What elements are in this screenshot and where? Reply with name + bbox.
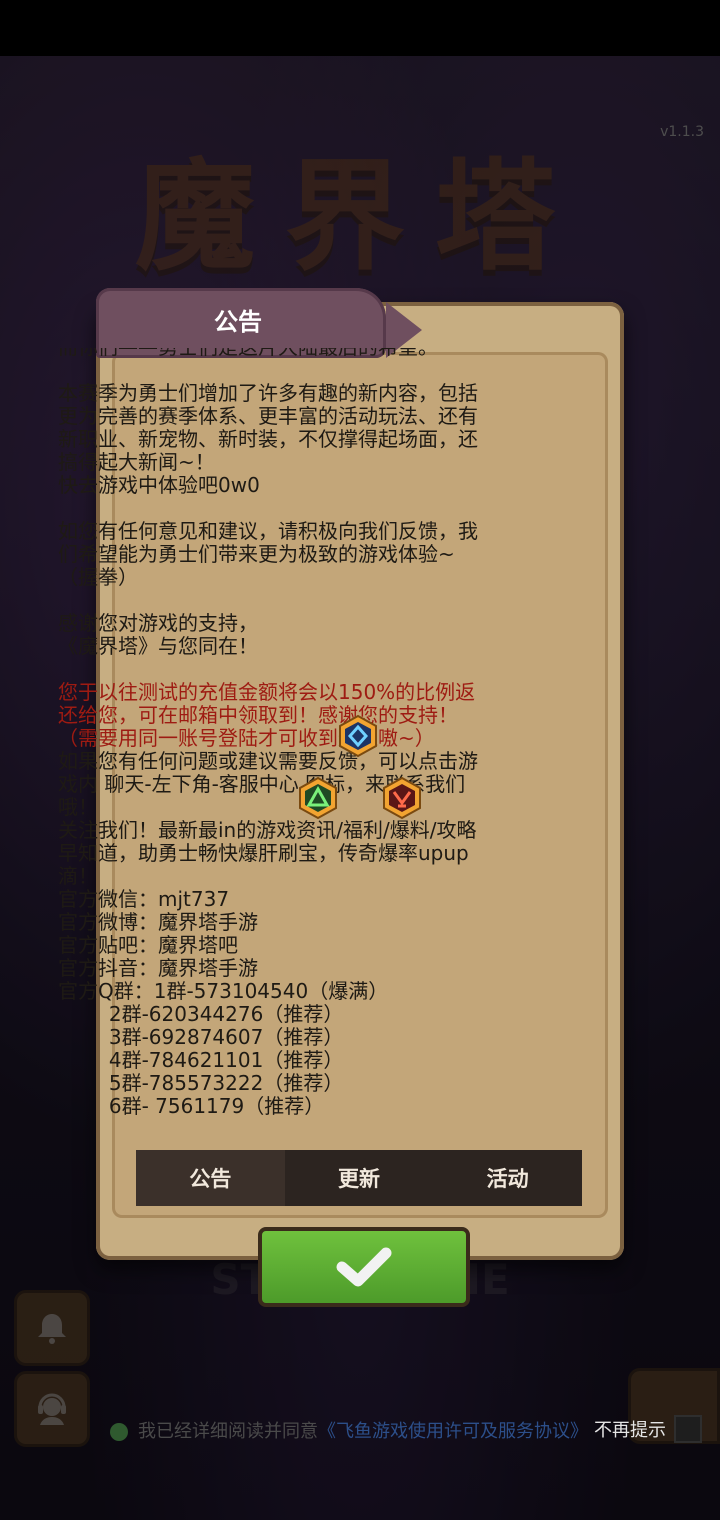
contact-line: 3群-692874607（推荐）: [58, 1025, 344, 1049]
hex-red-icon[interactable]: [380, 776, 424, 820]
agreement-check-icon[interactable]: [110, 1423, 128, 1441]
agreement-link[interactable]: 《飞鱼游戏使用许可及服务协议》: [318, 1421, 580, 1442]
no-remind-toggle[interactable]: 不再提示: [594, 1414, 702, 1444]
contact-line: 官方贴吧：魔界塔吧: [58, 933, 238, 957]
contact-line: 官方微信：mjt737: [58, 887, 230, 911]
tab-update[interactable]: 更新: [285, 1150, 434, 1206]
no-remind-checkbox[interactable]: [674, 1415, 702, 1443]
content-paragraph-3: 感谢您对游戏的支持， 《魔界塔》与您同在！: [58, 611, 258, 658]
announcement-content[interactable]: 而你们——勇士们是这片大陆最后的希望。 本赛季为勇士们增加了许多有趣的新内容，包…: [58, 348, 478, 1148]
contact-line: 4群-784621101（推荐）: [58, 1048, 344, 1072]
no-remind-label: 不再提示: [594, 1420, 666, 1441]
confirm-button[interactable]: [258, 1227, 470, 1307]
announcement-tabs: 公告 更新 活动: [136, 1150, 582, 1206]
status-bar: [0, 0, 720, 56]
hex-blue-icon[interactable]: [336, 714, 380, 758]
content-paragraph-1: 本赛季为勇士们增加了许多有趣的新内容，包括更为完善的赛季体系、更丰富的活动玩法、…: [58, 381, 478, 497]
check-icon: [336, 1247, 392, 1287]
contact-line: 官方抖音：魔界塔手游: [58, 956, 258, 980]
content-paragraph-2: 如您有任何意见和建议，请积极向我们反馈，我们希望能为勇士们带来更为极致的游戏体验…: [58, 519, 478, 589]
dialog-title: 公告: [214, 308, 262, 336]
hex-green-icon[interactable]: [296, 776, 340, 820]
content-refund-notice: 您于以往测试的充值金额将会以150%的比例返还给您，可在邮箱中领取到！感谢您的支…: [58, 680, 476, 750]
contact-line: 官方微博：魔界塔手游: [58, 910, 258, 934]
contact-line: 2群-620344276（推荐）: [58, 1002, 344, 1026]
content-cut-line: 而你们——勇士们是这片大陆最后的希望。: [58, 348, 478, 359]
agreement-prefix: 我已经详细阅读并同意: [138, 1421, 318, 1442]
tab-announcement[interactable]: 公告: [136, 1150, 285, 1206]
contact-line: 6群- 7561179（推荐）: [58, 1094, 325, 1118]
tab-activity[interactable]: 活动: [433, 1150, 582, 1206]
contact-line: 5群-785573222（推荐）: [58, 1071, 344, 1095]
agreement-row[interactable]: 我已经详细阅读并同意《飞鱼游戏使用许可及服务协议》: [110, 1417, 580, 1447]
contact-line: 官方Q群：1群-573104540（爆满）: [58, 979, 389, 1003]
